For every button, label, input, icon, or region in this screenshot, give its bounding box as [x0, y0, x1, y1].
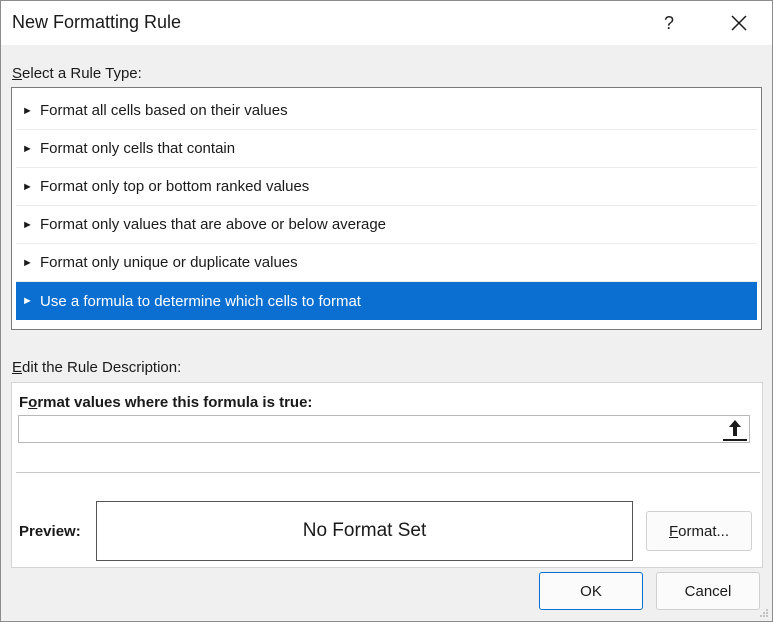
rule-type-item[interactable]: ► Format only top or bottom ranked value…	[16, 168, 757, 206]
rule-type-label: Format only cells that contain	[40, 140, 236, 157]
title-bar: New Formatting Rule ?	[1, 1, 772, 45]
arrow-icon: ►	[22, 180, 33, 193]
rule-type-item[interactable]: ► Format only values that are above or b…	[16, 206, 757, 244]
rule-type-heading: Select a Rule Type:	[12, 65, 142, 82]
rule-description-heading-text: dit the Rule Description:	[22, 359, 182, 376]
dialog-title: New Formatting Rule	[12, 12, 182, 32]
help-icon: ?	[663, 12, 674, 33]
new-formatting-rule-dialog: New Formatting Rule ? Select a Rule Type…	[0, 0, 773, 622]
ok-button-label: OK	[580, 582, 602, 600]
divider	[16, 472, 760, 473]
format-button-label: ormat...	[678, 522, 730, 540]
rule-type-label: Use a formula to determine which cells t…	[40, 292, 361, 310]
up-arrow-icon	[729, 420, 741, 436]
rule-type-item[interactable]: ► Format only cells that contain	[16, 130, 757, 168]
help-button[interactable]: ?	[649, 1, 689, 45]
rule-type-label: Format only values that are above or bel…	[40, 216, 387, 233]
rule-type-label: Format all cells based on their values	[40, 102, 288, 119]
close-button[interactable]	[713, 1, 765, 45]
preview-text: No Format Set	[302, 520, 427, 541]
format-button[interactable]: Format...	[646, 511, 752, 551]
ok-button[interactable]: OK	[539, 572, 643, 610]
preview-box: No Format Set	[96, 501, 633, 561]
rule-description-heading: Edit the Rule Description:	[12, 359, 181, 376]
rule-type-label: Format only top or bottom ranked values	[40, 178, 310, 195]
rule-type-item[interactable]: ► Format all cells based on their values	[16, 92, 757, 130]
rule-type-label: Format only unique or duplicate values	[40, 254, 298, 271]
formula-label-text: rmat values where this formula is true:	[37, 394, 313, 411]
close-icon	[731, 15, 747, 31]
resize-grip-icon[interactable]	[759, 608, 769, 618]
arrow-icon: ►	[22, 295, 33, 307]
rule-type-heading-text: elect a Rule Type:	[22, 65, 142, 82]
collapse-dialog-button[interactable]	[723, 417, 747, 441]
rule-type-item[interactable]: ► Format only unique or duplicate values	[16, 244, 757, 282]
formula-label: Format values where this formula is true…	[19, 394, 312, 411]
preview-label: Preview:	[19, 523, 81, 540]
cancel-button-label: Cancel	[684, 582, 732, 600]
arrow-icon: ►	[22, 218, 33, 231]
arrow-icon: ►	[22, 256, 33, 269]
rule-type-item-selected[interactable]: ► Use a formula to determine which cells…	[16, 282, 757, 320]
format-button-accel: F	[668, 522, 679, 540]
arrow-icon: ►	[22, 142, 33, 155]
cancel-button[interactable]: Cancel	[656, 572, 760, 610]
arrow-icon: ►	[22, 104, 33, 117]
rule-description-heading-accel: E	[12, 359, 23, 376]
rule-description-panel: Format values where this formula is true…	[11, 382, 763, 568]
formula-label-pre: F	[19, 394, 29, 411]
formula-input[interactable]	[21, 418, 715, 442]
rule-type-list[interactable]: ► Format all cells based on their values…	[11, 87, 762, 330]
formula-label-accel: o	[28, 394, 38, 411]
rule-type-heading-accel: S	[12, 65, 23, 82]
formula-field[interactable]	[18, 415, 750, 443]
